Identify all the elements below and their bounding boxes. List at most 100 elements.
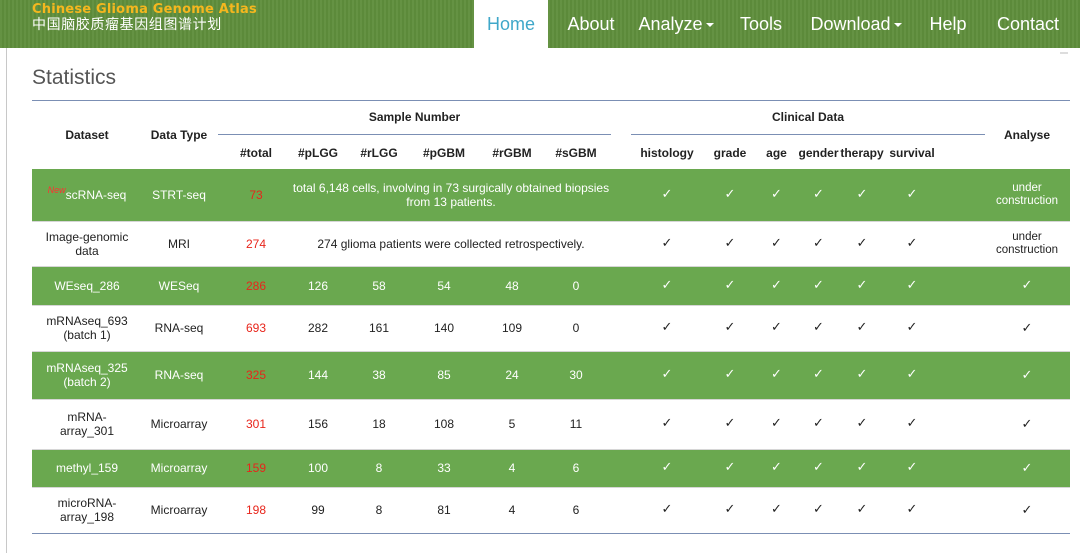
analyse-link[interactable]: ✓ [987, 449, 1067, 487]
pLGG-cell: 126 [307, 278, 329, 293]
header-sGBM: #sGBM [555, 146, 597, 160]
pLGG-cell: 156 [307, 417, 329, 431]
nav-download-label: Download [810, 13, 891, 34]
dataset-name: Image-genomic data [45, 229, 129, 258]
check-icon: ✓ [813, 235, 824, 251]
check-icon: ✓ [856, 320, 868, 335]
statistics-table: Dataset Data Type Sample Number Clinical… [32, 101, 1070, 534]
analyse-link[interactable]: ✓ [987, 351, 1067, 399]
total-cell: 73 [249, 188, 263, 202]
check-icon: ✓ [771, 502, 782, 517]
check-icon: ✓ [771, 416, 782, 431]
analyse-status: under construction [995, 182, 1058, 207]
data-type-cell: Microarray [150, 503, 208, 517]
check-icon: ✓ [771, 277, 782, 293]
sample-group-divider [218, 134, 611, 135]
data-type-cell: STRT-seq [152, 188, 206, 202]
header-gender: gender [798, 146, 839, 160]
header-rGBM: #rGBM [492, 146, 532, 160]
check-icon: ✓ [724, 416, 736, 431]
check-icon: ✓ [856, 460, 868, 475]
header-rLGG: #rLGG [360, 146, 398, 160]
nav-tools[interactable]: Tools [730, 0, 792, 48]
check-icon: ✓ [661, 502, 673, 517]
sample-note: 274 glioma patients were collected retro… [317, 236, 585, 251]
pGBM-cell: 140 [433, 321, 455, 335]
scroll-indicator [1060, 52, 1068, 54]
header-therapy: therapy [840, 146, 884, 160]
dataset-name: microRNA-array_198 [57, 496, 117, 524]
caret-down-icon [705, 23, 714, 27]
nav-analyze-dropdown[interactable]: Analyze [632, 0, 720, 48]
rLGG-cell: 161 [368, 321, 390, 335]
check-icon: ✓ [813, 416, 824, 431]
rLGG-cell: 38 [372, 368, 386, 382]
dataset-cell[interactable]: microRNA-array_198 [32, 487, 142, 533]
analyse-status: under construction [995, 230, 1058, 256]
page-left-border [6, 48, 7, 553]
site-brand[interactable]: Chinese Glioma Genome Atlas 中国脑胶质瘤基因组图谱计… [32, 3, 257, 34]
nav-help[interactable]: Help [918, 0, 978, 48]
rGBM-cell: 109 [501, 321, 523, 335]
brand-title-zh: 中国脑胶质瘤基因组图谱计划 [32, 17, 222, 33]
check-icon: ✓ [906, 235, 918, 251]
check-icon: ✓ [906, 416, 918, 431]
total-cell: 693 [245, 321, 267, 335]
dataset-cell[interactable]: Image-genomic data [32, 221, 142, 266]
rGBM-cell: 5 [508, 417, 516, 431]
pLGG-cell: 144 [307, 368, 329, 382]
check-icon: ✓ [771, 367, 782, 382]
check-icon: ✓ [856, 235, 868, 251]
nav-about-label: About [567, 13, 615, 34]
check-icon: ✓ [813, 502, 824, 517]
nav-about[interactable]: About [558, 0, 624, 48]
header-data-type: Data Type [150, 128, 208, 142]
header-grade: grade [713, 146, 747, 160]
analyse-link[interactable]: ✓ [987, 266, 1067, 305]
rLGG-cell: 58 [372, 278, 386, 293]
nav-home[interactable]: Home [474, 0, 548, 48]
pGBM-cell: 33 [437, 461, 451, 475]
analyse-link[interactable]: ✓ [987, 487, 1067, 533]
check-icon: ✓ [724, 460, 736, 475]
analyse-link[interactable]: ✓ [987, 399, 1067, 449]
total-cell: 301 [245, 417, 267, 431]
total-cell: 325 [245, 368, 267, 382]
pLGG-cell: 100 [307, 461, 329, 475]
check-icon: ✓ [813, 187, 824, 202]
check-icon: ✓ [813, 320, 824, 335]
dataset-name: WEseq_286 [54, 278, 120, 293]
dataset-cell[interactable]: mRNAseq_325 (batch 2) [32, 351, 142, 399]
check-icon: ✓ [906, 460, 918, 475]
pGBM-cell: 108 [433, 417, 455, 431]
main-nav: Home About Analyze Tools Download Help C… [474, 0, 1080, 48]
table-bottom-rule [32, 533, 1070, 534]
nav-contact[interactable]: Contact [986, 0, 1070, 48]
nav-download-dropdown[interactable]: Download [800, 0, 912, 48]
check-icon: ✓ [906, 367, 918, 382]
analyse-link[interactable]: ✓ [987, 305, 1067, 351]
dataset-name: methyl_159 [55, 461, 119, 475]
dataset-cell[interactable]: WEseq_286 [32, 266, 142, 305]
check-icon: ✓ [813, 367, 824, 382]
dataset-cell[interactable]: mRNA-array_301 [32, 399, 142, 449]
dataset-name: mRNA-array_301 [59, 410, 115, 438]
dataset-name: mRNAseq_325 (batch 2) [46, 361, 128, 389]
check-icon: ✓ [906, 502, 918, 517]
total-cell: 198 [245, 503, 267, 517]
check-icon: ✓ [856, 187, 868, 202]
check-icon: ✓ [856, 502, 868, 517]
sGBM-cell: 11 [569, 417, 583, 431]
page-title: Statistics [32, 66, 117, 89]
rLGG-cell: 8 [375, 503, 383, 517]
rGBM-cell: 48 [505, 278, 519, 293]
nav-home-label: Home [486, 13, 535, 34]
check-icon: ✓ [856, 416, 868, 431]
dataset-cell[interactable]: methyl_159 [32, 449, 142, 487]
dataset-cell[interactable]: mRNAseq_693 (batch 1) [32, 305, 142, 351]
check-icon: ✓ [771, 187, 782, 202]
check-icon: ✓ [724, 277, 736, 293]
dataset-cell[interactable]: New scRNA-seq [32, 169, 142, 221]
check-icon: ✓ [906, 187, 918, 202]
check-icon: ✓ [661, 416, 673, 431]
